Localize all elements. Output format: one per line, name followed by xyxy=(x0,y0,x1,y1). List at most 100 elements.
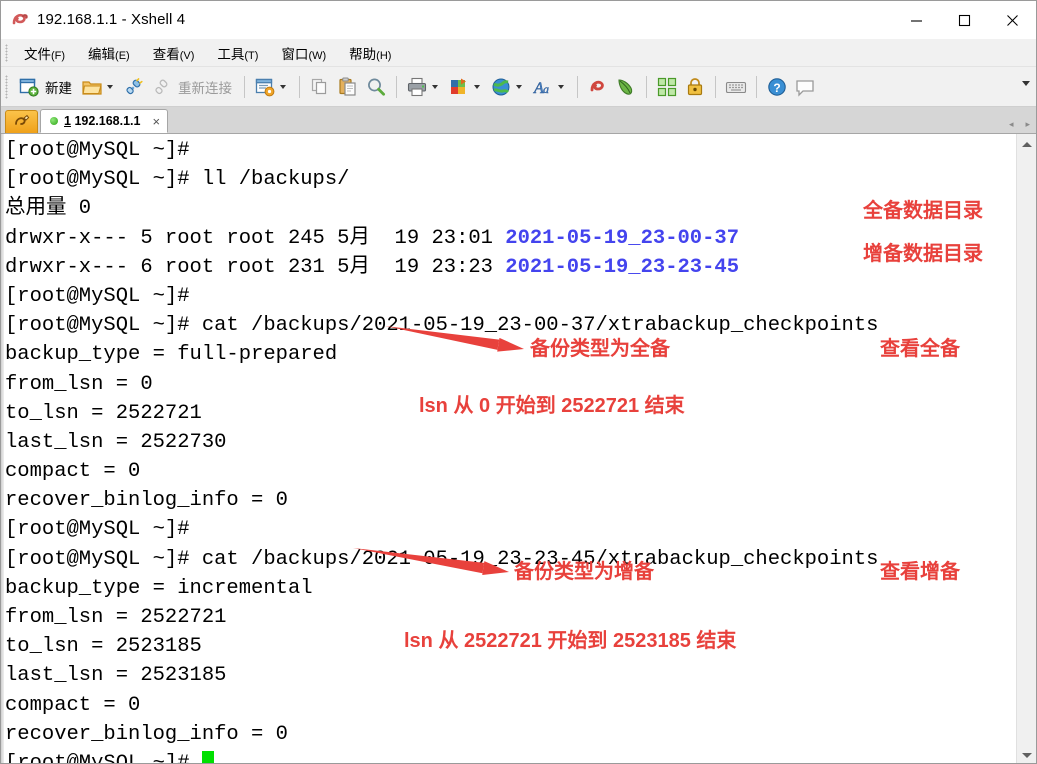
terminal-line: compact = 0 xyxy=(5,457,1010,486)
menu-bar: 文件(F) 编辑(E) 查看(V) 工具(T) 窗口(W) 帮助(H) xyxy=(1,39,1036,67)
svg-text:?: ? xyxy=(773,81,780,95)
terminal-line: backup_type = full-prepared xyxy=(5,340,1010,369)
menu-window[interactable]: 窗口(W) xyxy=(272,40,335,66)
scrollbar-up-button[interactable] xyxy=(1017,134,1036,154)
toolbar: 新建 重新连接 A a ? xyxy=(1,67,1036,107)
font-caret-icon[interactable] xyxy=(558,84,564,89)
menu-file-mnemonic: (F) xyxy=(51,49,66,62)
log-icon xyxy=(615,76,637,98)
color-scheme-button[interactable] xyxy=(445,72,487,102)
color-scheme-caret-icon[interactable] xyxy=(474,84,480,89)
copy-icon xyxy=(309,76,331,98)
tab-scroll-controls: ◂ ▸ xyxy=(1009,120,1030,129)
terminal-text: last_lsn = 2523185 xyxy=(5,664,227,688)
tab-close-icon[interactable]: × xyxy=(152,114,160,129)
log-button[interactable] xyxy=(612,72,640,102)
scrollbar-down-button[interactable] xyxy=(1017,745,1036,763)
font-button[interactable]: A a xyxy=(529,72,571,102)
terminal-left-border xyxy=(1,134,4,763)
chevron-up-icon xyxy=(1022,141,1032,147)
paste-button[interactable] xyxy=(334,72,362,102)
keyboard-button[interactable] xyxy=(722,72,750,102)
terminal-text: backup_type = incremental xyxy=(5,576,313,600)
tab-bar: 1 192.168.1.1 × ◂ ▸ xyxy=(1,107,1036,134)
menu-file-label: 文件 xyxy=(24,46,51,62)
terminal-text: recover_binlog_info = 0 xyxy=(5,722,288,746)
terminal-text: [root@MySQL ~]# xyxy=(5,284,202,308)
new-session-button[interactable]: 新建 xyxy=(15,72,78,102)
menu-edit-mnemonic: (E) xyxy=(115,49,130,62)
new-session-label: 新建 xyxy=(45,80,72,96)
terminal-text: from_lsn = 2522721 xyxy=(5,606,227,629)
script-button[interactable] xyxy=(584,72,612,102)
terminal-line: drwxr-x--- 6 root root 231 5月 19 23:23 2… xyxy=(5,253,1010,282)
terminal-screen[interactable]: [root@MySQL ~]# [root@MySQL ~]# ll /back… xyxy=(1,134,1036,763)
menu-view[interactable]: 查看(V) xyxy=(144,40,204,66)
connect-icon xyxy=(123,76,145,98)
connect-button[interactable] xyxy=(120,72,148,102)
terminal-line: last_lsn = 2523185 xyxy=(5,661,1010,690)
help-button[interactable]: ? xyxy=(763,72,791,102)
lock-button[interactable] xyxy=(681,72,709,102)
terminal-line: [root@MySQL ~]# xyxy=(5,282,1010,311)
menu-edit-label: 编辑 xyxy=(88,46,116,62)
minimize-button[interactable] xyxy=(892,1,940,39)
tab-index: 1 xyxy=(64,114,71,128)
terminal-text: from_lsn = 0 xyxy=(5,372,153,396)
tab-scroll-right-icon[interactable]: ▸ xyxy=(1025,120,1030,129)
terminal-line: [root@MySQL ~]# cat /backups/2021-05-19_… xyxy=(5,311,1010,340)
layout-button[interactable] xyxy=(653,72,681,102)
print-caret-icon[interactable] xyxy=(432,84,438,89)
backup-directory-name: 2021-05-19_23-23-45 xyxy=(505,255,740,279)
toolbar-separator-3 xyxy=(396,75,397,98)
maximize-button[interactable] xyxy=(940,1,988,39)
copy-button[interactable] xyxy=(306,72,334,102)
chat-button[interactable] xyxy=(791,72,819,102)
tab-scroll-left-icon[interactable]: ◂ xyxy=(1009,120,1014,129)
xshell-window: 192.168.1.1 - Xshell 4 文件(F) 编辑(E) 查看(V)… xyxy=(0,0,1037,764)
terminal-text: recover_binlog_info = 0 xyxy=(5,489,288,513)
menu-help[interactable]: 帮助(H) xyxy=(340,40,400,66)
chat-icon xyxy=(794,76,816,98)
new-tab-icon xyxy=(14,114,29,125)
web-caret-icon[interactable] xyxy=(516,84,522,89)
tab-label: 1 192.168.1.1 xyxy=(64,114,140,128)
menu-view-mnemonic: (V) xyxy=(179,49,195,62)
close-button[interactable] xyxy=(988,1,1036,39)
terminal-line: to_lsn = 2522721 xyxy=(5,399,1010,428)
terminal-line: [root@MySQL ~]# xyxy=(5,749,1010,763)
terminal-text: drwxr-x--- 5 root root 245 5月 19 23:01 xyxy=(5,226,506,250)
menu-tools-mnemonic: (T) xyxy=(244,49,259,62)
toolbar-separator-1 xyxy=(244,75,245,98)
toolbar-separator-7 xyxy=(756,75,757,98)
terminal-text: to_lsn = 2523185 xyxy=(5,635,202,659)
open-session-caret-icon[interactable] xyxy=(107,84,113,89)
new-tab-button[interactable] xyxy=(5,110,38,133)
session-properties-caret-icon[interactable] xyxy=(280,84,286,89)
layout-icon xyxy=(656,76,678,98)
menu-file[interactable]: 文件(F) xyxy=(15,40,74,66)
terminal-scrollbar[interactable] xyxy=(1016,134,1036,763)
terminal-text: [root@MySQL ~]# xyxy=(5,518,202,542)
open-session-button[interactable] xyxy=(78,72,120,102)
chevron-down-icon xyxy=(1022,752,1032,758)
terminal-text: compact = 0 xyxy=(5,460,141,484)
toolbar-overflow-icon[interactable] xyxy=(1022,81,1030,86)
terminal-text: [root@MySQL ~]# cat /backups/2021-05-19_… xyxy=(5,314,879,338)
color-scheme-icon xyxy=(448,76,470,98)
lock-icon xyxy=(684,76,706,98)
session-properties-button[interactable] xyxy=(251,72,293,102)
reconnect-label: 重新连接 xyxy=(178,80,232,96)
print-button[interactable] xyxy=(403,72,445,102)
window-controls xyxy=(892,1,1036,39)
reconnect-button[interactable]: 重新连接 xyxy=(148,72,238,102)
find-button[interactable] xyxy=(362,72,390,102)
open-folder-icon xyxy=(81,76,103,98)
menu-edit[interactable]: 编辑(E) xyxy=(79,40,139,66)
terminal-text: last_lsn = 2522730 xyxy=(5,430,227,454)
tab-status-icon xyxy=(50,117,58,125)
terminal-line: [root@MySQL ~]# xyxy=(5,136,1010,165)
menu-tools[interactable]: 工具(T) xyxy=(208,40,267,66)
tab-192-168-1-1[interactable]: 1 192.168.1.1 × xyxy=(40,109,169,133)
web-button[interactable] xyxy=(487,72,529,102)
